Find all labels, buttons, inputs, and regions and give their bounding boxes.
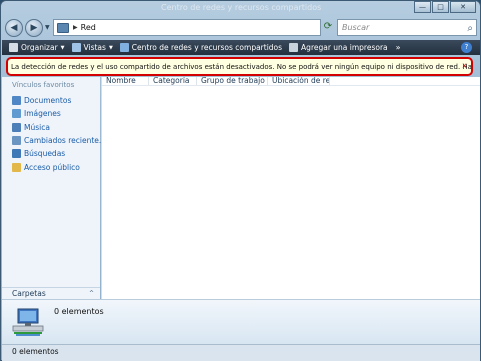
search-input[interactable]: Buscar ⌕ (337, 19, 477, 36)
sidebar-item-label: Música (24, 122, 50, 132)
pictures-icon (12, 109, 21, 119)
network-folder-icon (57, 22, 69, 33)
favorite-links-heading: Vínculos favoritos (12, 81, 75, 89)
public-folder-icon (12, 162, 21, 172)
column-header-name[interactable]: Nombre (102, 77, 149, 85)
chevron-down-icon: ▼ (108, 44, 113, 51)
sidebar-item-public[interactable]: Acceso público (12, 160, 106, 173)
network-icon (12, 308, 44, 336)
forward-button[interactable]: ▶ (25, 19, 43, 37)
sidebar-item-label: Acceso público (24, 162, 80, 172)
network-center-label: Centro de redes y recursos compartidos (131, 43, 283, 52)
sidebar-item-recently-changed[interactable]: Cambiados reciente... (12, 134, 106, 147)
views-button[interactable]: Vistas ▼ (71, 43, 113, 52)
details-pane: 0 elementos (2, 299, 480, 344)
chevron-up-icon: ^ (88, 290, 94, 297)
file-list[interactable]: Nombre Categoría Grupo de trabajo Ubicac… (101, 77, 480, 299)
sidebar-item-label: Cambiados reciente... (24, 136, 107, 146)
recently-changed-icon (12, 136, 21, 146)
views-icon (71, 43, 81, 52)
address-row: ◀ ▶ ▼ ▶ Red ▼ ⟳ Buscar ⌕ (5, 18, 477, 38)
column-headers: Nombre Categoría Grupo de trabajo Ubicac… (102, 77, 480, 86)
add-printer-label: Agregar una impresora (301, 43, 388, 52)
maximize-button[interactable]: □ (432, 1, 449, 13)
organize-button[interactable]: Organizar ▼ (9, 43, 65, 52)
chevron-down-icon: ▼ (60, 44, 65, 51)
back-arrow-icon: ◀ (10, 23, 18, 33)
status-bar: 0 elementos (2, 344, 480, 361)
sidebar-item-documents[interactable]: Documentos (12, 94, 106, 107)
sidebar-item-label: Documentos (24, 96, 72, 106)
sidebar-item-searches[interactable]: Búsquedas (12, 147, 106, 160)
refresh-icon[interactable]: ⟳ (321, 20, 335, 34)
sidebar-item-label: Imágenes (24, 109, 61, 119)
address-path[interactable]: Red (81, 23, 96, 32)
folders-label: Carpetas (12, 289, 46, 298)
column-header-network-location[interactable]: Ubicación de red (268, 77, 330, 85)
more-commands-button[interactable]: » (396, 43, 401, 52)
command-bar: Organizar ▼ Vistas ▼ Centro de redes y r… (2, 40, 480, 55)
network-center-icon (119, 43, 129, 52)
views-label: Vistas (83, 43, 106, 52)
minimize-button[interactable]: — (414, 1, 431, 13)
status-text: 0 elementos (12, 347, 59, 356)
forward-arrow-icon: ▶ (30, 23, 38, 33)
search-icon[interactable]: ⌕ (467, 21, 473, 36)
address-bar[interactable]: ▶ Red ▼ (53, 19, 361, 36)
folders-toggle[interactable]: Carpetas ^ (2, 287, 100, 299)
navigation-pane: Vínculos favoritos Documentos Imágenes M… (2, 77, 106, 297)
sidebar-item-label: Búsquedas (24, 149, 66, 159)
column-header-category[interactable]: Categoría (149, 77, 197, 85)
help-icon[interactable]: ? (461, 42, 472, 53)
infobar-message[interactable]: La detección de redes y el uso compartid… (11, 63, 471, 71)
information-bar[interactable]: La detección de redes y el uso compartid… (6, 57, 473, 76)
organize-icon (9, 43, 18, 52)
window-controls: — □ ✕ (413, 1, 476, 13)
sidebar-item-music[interactable]: Música (12, 121, 106, 134)
explorer-window: Centro de redes y recursos compartidos —… (0, 0, 481, 361)
back-button[interactable]: ◀ (5, 19, 23, 37)
sidebar-item-pictures[interactable]: Imágenes (12, 107, 106, 120)
breadcrumb-arrow-icon[interactable]: ▶ (73, 24, 78, 31)
printer-icon (289, 43, 299, 52)
documents-icon (12, 96, 21, 106)
music-icon (12, 122, 21, 132)
favorite-links-list: Documentos Imágenes Música Cambiados rec… (12, 94, 106, 174)
title-bar[interactable]: Centro de redes y recursos compartidos —… (1, 1, 480, 15)
add-printer-button[interactable]: Agregar una impresora (289, 43, 388, 52)
organize-label: Organizar (21, 43, 58, 52)
infobar-close-icon[interactable]: x (462, 61, 467, 70)
window-title: Centro de redes y recursos compartidos (161, 3, 322, 12)
network-center-button[interactable]: Centro de redes y recursos compartidos (119, 43, 283, 52)
column-header-workgroup[interactable]: Grupo de trabajo (197, 77, 268, 85)
recent-pages-dropdown-icon[interactable]: ▼ (45, 24, 50, 31)
item-count: 0 elementos (54, 307, 104, 316)
searches-icon (12, 149, 21, 159)
search-placeholder: Buscar (342, 23, 370, 32)
close-button[interactable]: ✕ (450, 1, 476, 13)
